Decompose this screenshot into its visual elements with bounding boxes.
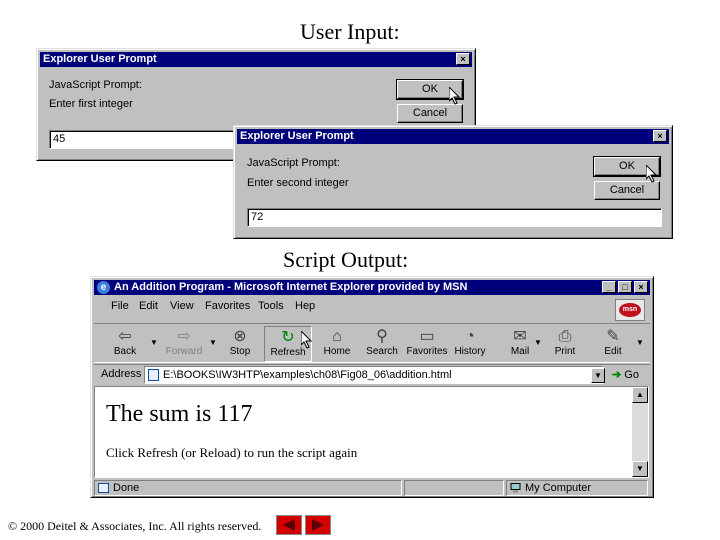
menu-bar: File Edit View Favorites Tools Hep [94, 298, 649, 316]
favorites-button[interactable]: ▭ Favorites [403, 326, 451, 362]
previous-slide-button[interactable] [276, 515, 302, 535]
computer-icon [510, 483, 521, 493]
chevron-down-icon[interactable]: ▼ [150, 338, 158, 347]
cancel-button[interactable]: Cancel [594, 181, 660, 200]
prompt-input[interactable]: 72 [247, 208, 662, 227]
forward-button[interactable]: ⇨ Forward [160, 326, 208, 362]
prompt-label: JavaScript Prompt: [49, 79, 142, 91]
vertical-scrollbar[interactable]: ▲ ▼ [632, 387, 648, 477]
history-button[interactable]: ◔ History [446, 326, 494, 362]
dialog-titlebar: Explorer User Prompt × [40, 52, 472, 67]
search-label: Search [366, 346, 398, 357]
mail-icon: ✉ [513, 328, 527, 345]
prompt-text: Enter first integer [49, 98, 133, 110]
status-text-cell: Done [94, 480, 402, 496]
back-arrow-icon: ⇦ [118, 328, 132, 345]
menu-edit[interactable]: Edit [139, 300, 158, 312]
edit-button[interactable]: ✎ Edit [589, 326, 637, 362]
go-button[interactable]: ➔ Go [612, 368, 639, 381]
forward-arrow-icon: ⇨ [177, 328, 191, 345]
dialog-titlebar: Explorer User Prompt × [237, 129, 669, 144]
stop-button[interactable]: ⊗ Stop [216, 326, 264, 362]
prompt-input[interactable]: 45 [49, 130, 239, 149]
address-input[interactable]: E:\BOOKS\IW3HTP\examples\ch08\Fig08_06\a… [144, 366, 604, 384]
browser-window: e An Addition Program - Microsoft Intern… [90, 276, 654, 498]
menu-view[interactable]: View [170, 300, 194, 312]
page-icon [148, 369, 159, 381]
menu-help[interactable]: Hep [295, 300, 315, 312]
print-label: Print [554, 346, 576, 357]
stop-icon: ⊗ [233, 328, 247, 345]
maximize-icon[interactable]: □ [618, 281, 632, 293]
edit-icon: ✎ [606, 328, 620, 345]
chevron-down-icon[interactable]: ▼ [636, 338, 644, 347]
cancel-button[interactable]: Cancel [397, 104, 463, 123]
go-arrow-icon: ➔ [612, 369, 622, 381]
home-button[interactable]: ⌂ Home [313, 326, 361, 362]
history-icon: ◔ [465, 328, 475, 345]
scroll-down-icon[interactable]: ▼ [632, 461, 648, 477]
page-heading: The sum is 117 [106, 401, 253, 427]
go-label: Go [624, 369, 639, 381]
status-blank-cell [404, 480, 504, 496]
ie-logo-icon: e [97, 281, 110, 294]
chevron-down-icon[interactable]: ▼ [591, 368, 605, 383]
copyright-text: © 2000 Deitel & Associates, Inc. All rig… [8, 519, 262, 533]
favorites-icon: ▭ [419, 328, 435, 345]
favorites-label: Favorites [406, 346, 448, 357]
history-label: History [454, 346, 486, 357]
right-arrow-icon [312, 519, 324, 531]
page-done-icon [98, 483, 109, 493]
address-label: Address [101, 368, 142, 380]
forward-label: Forward [165, 346, 203, 357]
menu-favorites[interactable]: Favorites [205, 300, 250, 312]
home-icon: ⌂ [332, 328, 342, 345]
next-slide-button[interactable] [305, 515, 331, 535]
msn-logo-text: msn [619, 303, 641, 317]
close-icon[interactable]: × [634, 281, 648, 293]
print-icon: ⎙ [558, 328, 572, 345]
menu-file[interactable]: File [111, 300, 129, 312]
msn-logo: msn [615, 299, 645, 321]
prompt-label: JavaScript Prompt: [247, 157, 340, 169]
toolbar: ⇦ Back ▼ ⇨ Forward ▼ ⊗ Stop ↻ Refresh ⌂ Home … [94, 323, 650, 363]
stop-label: Stop [229, 346, 251, 357]
status-text: Done [113, 482, 140, 494]
close-icon[interactable]: × [653, 130, 667, 142]
status-zone-cell: My Computer [506, 480, 648, 496]
back-label: Back [113, 346, 137, 357]
script-output-heading: Script Output: [283, 247, 409, 272]
page-content: The sum is 117 Click Refresh (or Reload)… [94, 386, 649, 478]
refresh-icon: ↻ [281, 329, 295, 346]
zone-text: My Computer [525, 482, 592, 494]
print-button[interactable]: ⎙ Print [541, 326, 589, 362]
address-value: E:\BOOKS\IW3HTP\examples\ch08\Fig08_06\a… [163, 369, 452, 381]
minimize-icon[interactable]: _ [602, 281, 616, 293]
home-label: Home [323, 346, 351, 357]
menu-tools[interactable]: Tools [258, 300, 284, 312]
back-button[interactable]: ⇦ Back [101, 326, 149, 362]
dialog-title: Explorer User Prompt [43, 53, 157, 65]
scroll-up-icon[interactable]: ▲ [632, 387, 648, 403]
prompt-dialog-second: Explorer User Prompt × JavaScript Prompt… [233, 125, 673, 239]
status-bar: Done My Computer [94, 480, 650, 496]
page-hint: Click Refresh (or Reload) to run the scr… [106, 445, 358, 460]
user-input-heading: User Input: [300, 19, 400, 44]
search-icon: ⚲ [376, 328, 388, 345]
left-arrow-icon [283, 519, 295, 531]
address-bar: Address E:\BOOKS\IW3HTP\examples\ch08\Fi… [94, 364, 650, 384]
browser-titlebar: e An Addition Program - Microsoft Intern… [94, 280, 650, 295]
search-button[interactable]: ⚲ Search [358, 326, 406, 362]
browser-title: An Addition Program - Microsoft Internet… [114, 281, 468, 293]
edit-label: Edit [604, 346, 622, 357]
prompt-text: Enter second integer [247, 177, 349, 189]
close-icon[interactable]: × [456, 53, 470, 65]
mail-label: Mail [510, 346, 530, 357]
dialog-title: Explorer User Prompt [240, 130, 354, 142]
